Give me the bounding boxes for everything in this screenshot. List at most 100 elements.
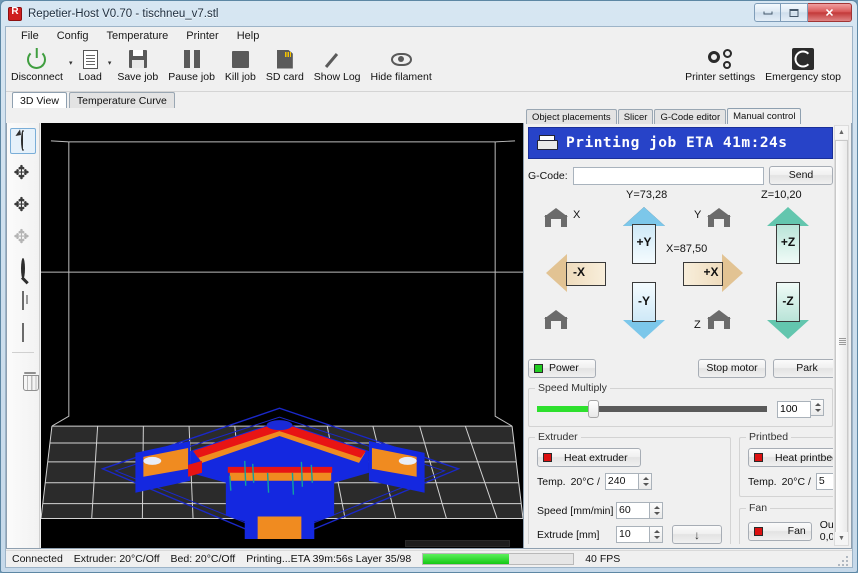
move-object-tool-button[interactable]: ✥ [10, 192, 36, 218]
client-area: File Config Temperature Printer Help Dis… [5, 26, 853, 568]
tab-3d-view[interactable]: 3D View [12, 92, 67, 108]
printbed-temp-value[interactable]: 5 [816, 473, 833, 490]
delete-tool-button[interactable] [10, 359, 36, 385]
zoom-tool-button[interactable] [10, 256, 36, 282]
jog-minus-x-button[interactable]: -X [546, 255, 606, 293]
axis-y-label: Y [694, 209, 701, 221]
toolbar-label: Emergency stop [765, 71, 841, 83]
extrude-stepper[interactable]: 10 [616, 526, 650, 543]
menu-temperature[interactable]: Temperature [98, 28, 178, 44]
toolbar-pause-job-button[interactable]: Pause job [163, 46, 220, 83]
heat-extruder-button[interactable]: Heat extruder [537, 448, 641, 467]
tab-slicer[interactable]: Slicer [618, 109, 654, 124]
toolbar-hide-filament-button[interactable]: Hide filament [366, 46, 437, 83]
pencil-icon [328, 48, 347, 70]
gcode-row: G-Code: Send [528, 166, 833, 185]
speed-multiply-stepper[interactable]: 100 [777, 399, 811, 418]
toolbar-show-log-button[interactable]: Show Log [309, 46, 366, 83]
extruder-temp-stepper[interactable]: 240 [605, 473, 639, 490]
move-tool-button[interactable]: ✥ [10, 160, 36, 186]
sd-card-icon [277, 48, 293, 70]
show-box-tool-button[interactable] [10, 288, 36, 314]
extruder-speed-value[interactable]: 60 [616, 502, 650, 519]
extruder-speed-stepper[interactable]: 60 [616, 502, 650, 519]
3d-viewport[interactable] [41, 123, 523, 548]
gcode-input[interactable] [573, 167, 764, 185]
fan-button[interactable]: Fan [748, 522, 812, 541]
scrollbar-thumb[interactable] [405, 540, 510, 547]
home-z-icon[interactable] [708, 311, 730, 330]
toolbar-kill-job-button[interactable]: Kill job [220, 46, 261, 83]
toolbar-label: Pause job [168, 71, 215, 83]
toolbar-disconnect-button[interactable]: Disconnect [6, 46, 68, 83]
minimize-button[interactable] [754, 3, 781, 22]
toolbar-load-button[interactable]: Load [73, 46, 106, 83]
slider-thumb[interactable] [588, 400, 599, 418]
speed-multiply-slider[interactable] [537, 402, 767, 416]
extruder-temp-label: Temp. [537, 476, 566, 488]
scroll-down-arrow-icon[interactable]: ▼ [835, 532, 848, 545]
home-y-icon[interactable] [708, 209, 730, 228]
stepper-arrows-icon[interactable] [650, 502, 663, 519]
toolbar-printer-settings-button[interactable]: Printer settings [680, 46, 760, 83]
gears-icon [708, 48, 732, 70]
rotate-tool-button[interactable] [10, 128, 36, 154]
panel-vertical-scrollbar[interactable]: ▲ ▼ [834, 125, 849, 546]
stepper-arrows-icon[interactable] [639, 473, 652, 490]
home-all-icon[interactable] [545, 311, 567, 330]
heat-printbed-button[interactable]: Heat printbed [748, 448, 833, 467]
temperature-columns: Extruder Heat extruder Temp. 20°C / 2 [528, 437, 833, 544]
toolbar-sd-card-button[interactable]: SD card [261, 46, 309, 83]
arrow-down-icon: ↓ [694, 528, 700, 542]
magnifier-plus-icon [21, 260, 25, 278]
print-area-box-icon [22, 292, 24, 310]
extruder-temp-value[interactable]: 240 [605, 473, 639, 490]
power-button[interactable]: Power [528, 359, 596, 378]
status-fps: 40 FPS [585, 553, 620, 565]
tab-temperature-curve[interactable]: Temperature Curve [69, 92, 175, 108]
show-grid-tool-button[interactable] [10, 320, 36, 346]
jog-plus-z-button[interactable]: +Z [768, 207, 808, 264]
menu-bar: File Config Temperature Printer Help [6, 27, 852, 46]
fan-output-label: Output 0,0% [820, 519, 833, 543]
stop-motor-button[interactable]: Stop motor [698, 359, 766, 378]
toolbar-save-job-button[interactable]: Save job [112, 46, 163, 83]
maximize-button[interactable] [781, 3, 808, 22]
menu-file[interactable]: File [12, 28, 48, 44]
toolbar-emergency-stop-button[interactable]: Emergency stop [760, 46, 846, 83]
axis-x-label: X [573, 209, 580, 221]
menu-help[interactable]: Help [228, 28, 269, 44]
tab-object-placements[interactable]: Object placements [526, 109, 617, 124]
extrude-button[interactable]: ↓ [672, 525, 722, 544]
toolbar-right-group: Printer settings Emergency stop [680, 46, 846, 83]
speed-multiply-value[interactable]: 100 [777, 401, 811, 418]
close-button[interactable]: ✕ [808, 3, 852, 22]
home-x-icon[interactable] [545, 209, 567, 228]
printbed-temp-row: Temp. 20°C / 5 [748, 473, 833, 490]
extruder-column: Extruder Heat extruder Temp. 20°C / 2 [528, 437, 731, 544]
scrollbar-thumb[interactable] [835, 140, 848, 535]
stepper-arrows-icon[interactable] [811, 399, 824, 416]
jog-plus-y-button[interactable]: +Y [624, 207, 664, 264]
viewport-horizontal-scrollbar[interactable] [75, 539, 523, 548]
extrude-value[interactable]: 10 [616, 526, 650, 543]
motor-buttons-row: Power Stop motor Park [528, 359, 833, 379]
move-object-disabled-tool-button: ✥ [10, 224, 36, 250]
printbed-temp-stepper[interactable]: 5 [816, 473, 833, 490]
scroll-up-arrow-icon[interactable]: ▲ [835, 126, 848, 139]
stepper-arrows-icon[interactable] [650, 526, 663, 543]
extruder-temp-row: Temp. 20°C / 240 [537, 473, 722, 490]
grid-icon [22, 324, 24, 342]
tab-gcode-editor[interactable]: G-Code editor [654, 109, 726, 124]
power-button-label: Power [549, 362, 579, 375]
menu-printer[interactable]: Printer [177, 28, 227, 44]
menu-config[interactable]: Config [48, 28, 98, 44]
send-button[interactable]: Send [769, 166, 833, 185]
park-button[interactable]: Park [773, 359, 833, 378]
tab-manual-control[interactable]: Manual control [727, 108, 801, 124]
resize-grip-icon[interactable] [838, 554, 850, 566]
jog-minus-y-button[interactable]: -Y [624, 282, 664, 339]
title-bar: Repetier-Host V0.70 - tischneu_v7.stl ✕ [2, 2, 856, 26]
jog-minus-z-button[interactable]: -Z [768, 282, 808, 339]
jog-plus-x-button[interactable]: +X [683, 255, 743, 293]
